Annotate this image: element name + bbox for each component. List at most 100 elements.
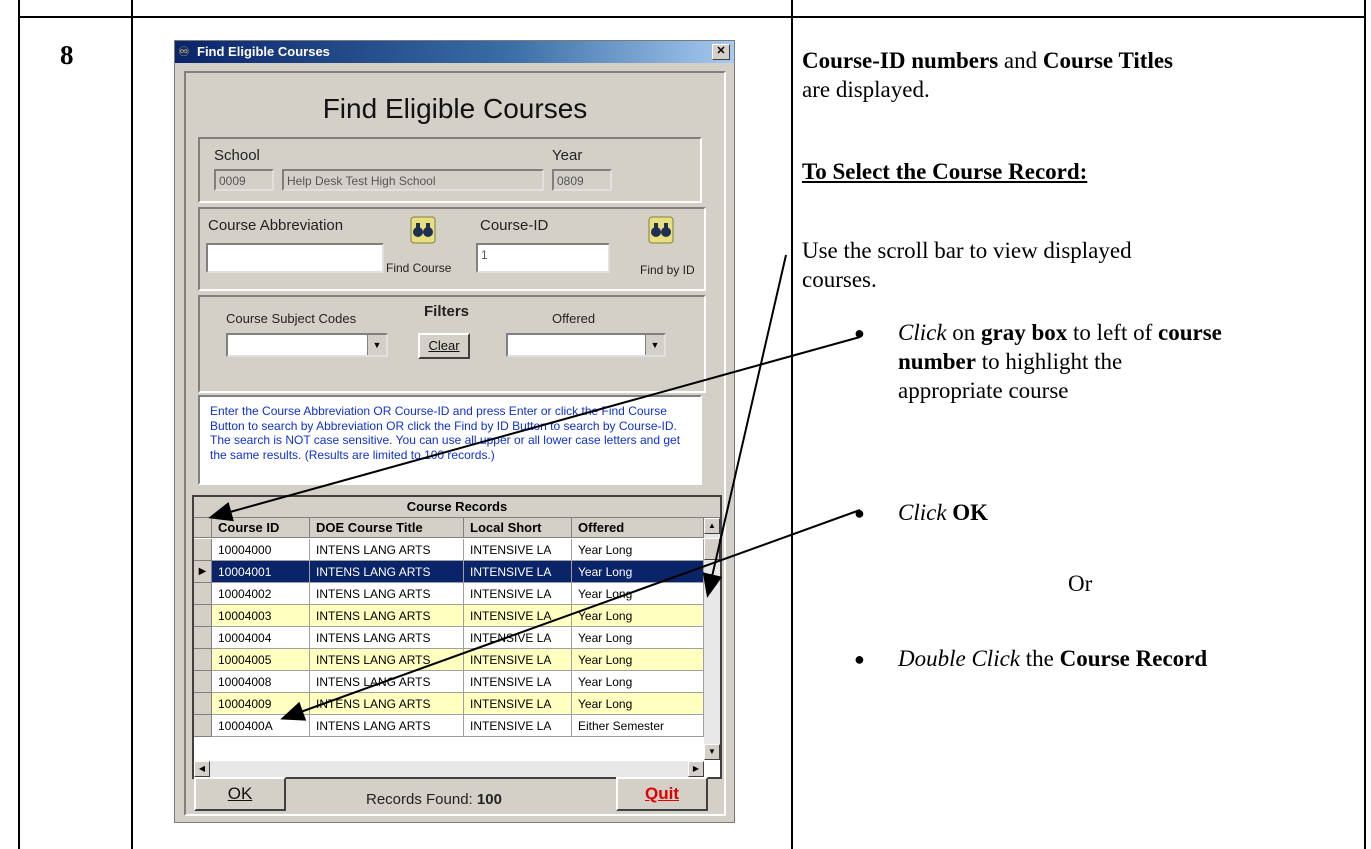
table-cell-title[interactable]: INTENS LANG ARTS xyxy=(310,715,464,737)
school-label: School xyxy=(214,147,260,164)
table-cell-offered[interactable]: Year Long xyxy=(572,539,704,561)
offered-dropdown[interactable]: ▼ xyxy=(506,333,666,357)
table-cell-title[interactable]: INTENS LANG ARTS xyxy=(310,539,464,561)
table-cell-offered[interactable]: Year Long xyxy=(572,561,704,583)
column-header-course-id[interactable]: Course ID xyxy=(212,518,310,538)
table-row[interactable]: 10004005 INTENS LANG ARTS INTENSIVE LA Year… xyxy=(194,649,704,671)
table-cell-title[interactable]: INTENS LANG ARTS xyxy=(310,649,464,671)
table-border-left xyxy=(18,0,20,849)
table-row[interactable]: 1000400A INTENS LANG ARTS INTENSIVE LA Eith… xyxy=(194,715,704,737)
table-cell-short[interactable]: INTENSIVE LA xyxy=(464,561,572,583)
quit-button[interactable]: Quit xyxy=(616,777,708,811)
find-by-id-binoculars-icon[interactable] xyxy=(646,215,676,245)
table-row[interactable]: ▶ 10004001 INTENS LANG ARTS INTENSIVE LA Yea… xyxy=(194,561,704,583)
table-cell-id[interactable]: 10004003 xyxy=(212,605,310,627)
offered-label: Offered xyxy=(552,311,596,326)
table-cell-id[interactable]: 10004008 xyxy=(212,671,310,693)
row-selector-box[interactable] xyxy=(194,671,212,693)
table-cell-title[interactable]: INTENS LANG ARTS xyxy=(310,583,464,605)
course-subject-codes-dropdown[interactable]: ▼ xyxy=(226,333,388,357)
table-row[interactable]: 10004002 INTENS LANG ARTS INTENSIVE LA Year… xyxy=(194,583,704,605)
table-cell-title[interactable]: INTENS LANG ARTS xyxy=(310,671,464,693)
b1-rest: to highlight the xyxy=(975,349,1123,374)
table-cell-id[interactable]: 10004005 xyxy=(212,649,310,671)
table-cell-id[interactable]: 1000400A xyxy=(212,715,310,737)
table-cell-short[interactable]: INTENSIVE LA xyxy=(464,715,572,737)
bullet-1: ● xyxy=(854,323,865,343)
clear-button[interactable]: Clear xyxy=(418,333,470,359)
find-by-id-button[interactable]: Find by ID xyxy=(640,263,695,277)
table-row[interactable]: 10004008 INTENS LANG ARTS INTENSIVE LA Year… xyxy=(194,671,704,693)
year-field[interactable]: 0809 xyxy=(552,169,612,191)
table-cell-short[interactable]: INTENSIVE LA xyxy=(464,627,572,649)
table-cell-id[interactable]: 10004004 xyxy=(212,627,310,649)
scroll-up-icon[interactable]: ▲ xyxy=(704,518,720,534)
table-cell-short[interactable]: INTENSIVE LA xyxy=(464,539,572,561)
table-cell-offered[interactable]: Year Long xyxy=(572,693,704,715)
scroll-line-1: Use the scroll bar to view displayed xyxy=(802,238,1132,263)
search-group: Course Abbreviation Find Course Course-I… xyxy=(198,207,706,291)
intro-text: Course-ID numbers and Course Titles are … xyxy=(802,46,1173,104)
table-cell-short[interactable]: INTENSIVE LA xyxy=(464,649,572,671)
scroll-down-icon[interactable]: ▼ xyxy=(704,744,720,760)
row-selector-box[interactable]: ▶ xyxy=(194,561,212,583)
table-cell-id[interactable]: 10004009 xyxy=(212,693,310,715)
header-row-selector xyxy=(194,518,212,538)
row-selector-box[interactable] xyxy=(194,605,212,627)
row-selector-box[interactable] xyxy=(194,715,212,737)
table-cell-offered[interactable]: Year Long xyxy=(572,583,704,605)
school-name-field[interactable]: Help Desk Test High School xyxy=(282,169,544,191)
b1-mid: to left of xyxy=(1067,320,1158,345)
table-cell-id[interactable]: 10004001 xyxy=(212,561,310,583)
table-cell-short[interactable]: INTENSIVE LA xyxy=(464,693,572,715)
row-selector-box[interactable] xyxy=(194,583,212,605)
column-header-local-short[interactable]: Local Short xyxy=(464,518,572,538)
table-row[interactable]: 10004009 INTENS LANG ARTS INTENSIVE LA Year… xyxy=(194,693,704,715)
table-cell-title[interactable]: INTENS LANG ARTS xyxy=(310,627,464,649)
school-group: School 0009 Help Desk Test High School Y… xyxy=(198,137,702,203)
scroll-left-icon[interactable]: ◀ xyxy=(194,761,210,777)
title-bar: ♾ Find Eligible Courses ✕ xyxy=(175,41,734,63)
b1-bold-gray-box: gray box xyxy=(981,320,1068,345)
column-header-offered[interactable]: Offered xyxy=(572,518,704,538)
chevron-down-icon[interactable]: ▼ xyxy=(367,335,386,355)
table-cell-id[interactable]: 10004000 xyxy=(212,539,310,561)
course-id-input[interactable]: 1 xyxy=(476,243,610,273)
vertical-scrollbar[interactable]: ▲ ▼ xyxy=(704,518,720,760)
row-selector-box[interactable] xyxy=(194,539,212,561)
close-button[interactable]: ✕ xyxy=(712,44,730,60)
table-cell-short[interactable]: INTENSIVE LA xyxy=(464,671,572,693)
ok-button[interactable]: OK xyxy=(194,777,286,811)
table-cell-offered[interactable]: Either Semester xyxy=(572,715,704,737)
table-row[interactable]: 10004000 INTENS LANG ARTS INTENSIVE LA Year… xyxy=(194,539,704,561)
scroll-thumb[interactable] xyxy=(704,538,720,560)
table-cell-title[interactable]: INTENS LANG ARTS xyxy=(310,693,464,715)
table-cell-offered[interactable]: Year Long xyxy=(572,627,704,649)
table-cell-title[interactable]: INTENS LANG ARTS xyxy=(310,605,464,627)
course-abbreviation-label: Course Abbreviation xyxy=(208,217,344,234)
find-course-button[interactable]: Find Course xyxy=(386,261,451,275)
scroll-right-icon[interactable]: ▶ xyxy=(688,761,704,777)
table-top-rule xyxy=(18,16,1366,18)
filters-label: Filters xyxy=(424,303,470,320)
table-row[interactable]: 10004003 INTENS LANG ARTS INTENSIVE LA Year… xyxy=(194,605,704,627)
table-cell-id[interactable]: 10004002 xyxy=(212,583,310,605)
table-cell-offered[interactable]: Year Long xyxy=(572,605,704,627)
bullet-2-text: Click OK xyxy=(898,498,988,527)
find-course-binoculars-icon[interactable] xyxy=(408,215,438,245)
row-selector-box[interactable] xyxy=(194,649,212,671)
chevron-down-icon[interactable]: ▼ xyxy=(645,335,664,355)
row-selector-box[interactable] xyxy=(194,693,212,715)
table-divider-2 xyxy=(791,0,793,849)
table-cell-offered[interactable]: Year Long xyxy=(572,671,704,693)
school-code-field[interactable]: 0009 xyxy=(214,169,274,191)
row-selector-box[interactable] xyxy=(194,627,212,649)
course-abbreviation-input[interactable] xyxy=(206,243,384,273)
table-row[interactable]: 10004004 INTENS LANG ARTS INTENSIVE LA Year… xyxy=(194,627,704,649)
table-cell-title[interactable]: INTENS LANG ARTS xyxy=(310,561,464,583)
table-cell-short[interactable]: INTENSIVE LA xyxy=(464,605,572,627)
table-cell-short[interactable]: INTENSIVE LA xyxy=(464,583,572,605)
horizontal-scrollbar[interactable]: ◀ ▶ xyxy=(194,761,704,777)
table-cell-offered[interactable]: Year Long xyxy=(572,649,704,671)
column-header-doe-course-title[interactable]: DOE Course Title xyxy=(310,518,464,538)
